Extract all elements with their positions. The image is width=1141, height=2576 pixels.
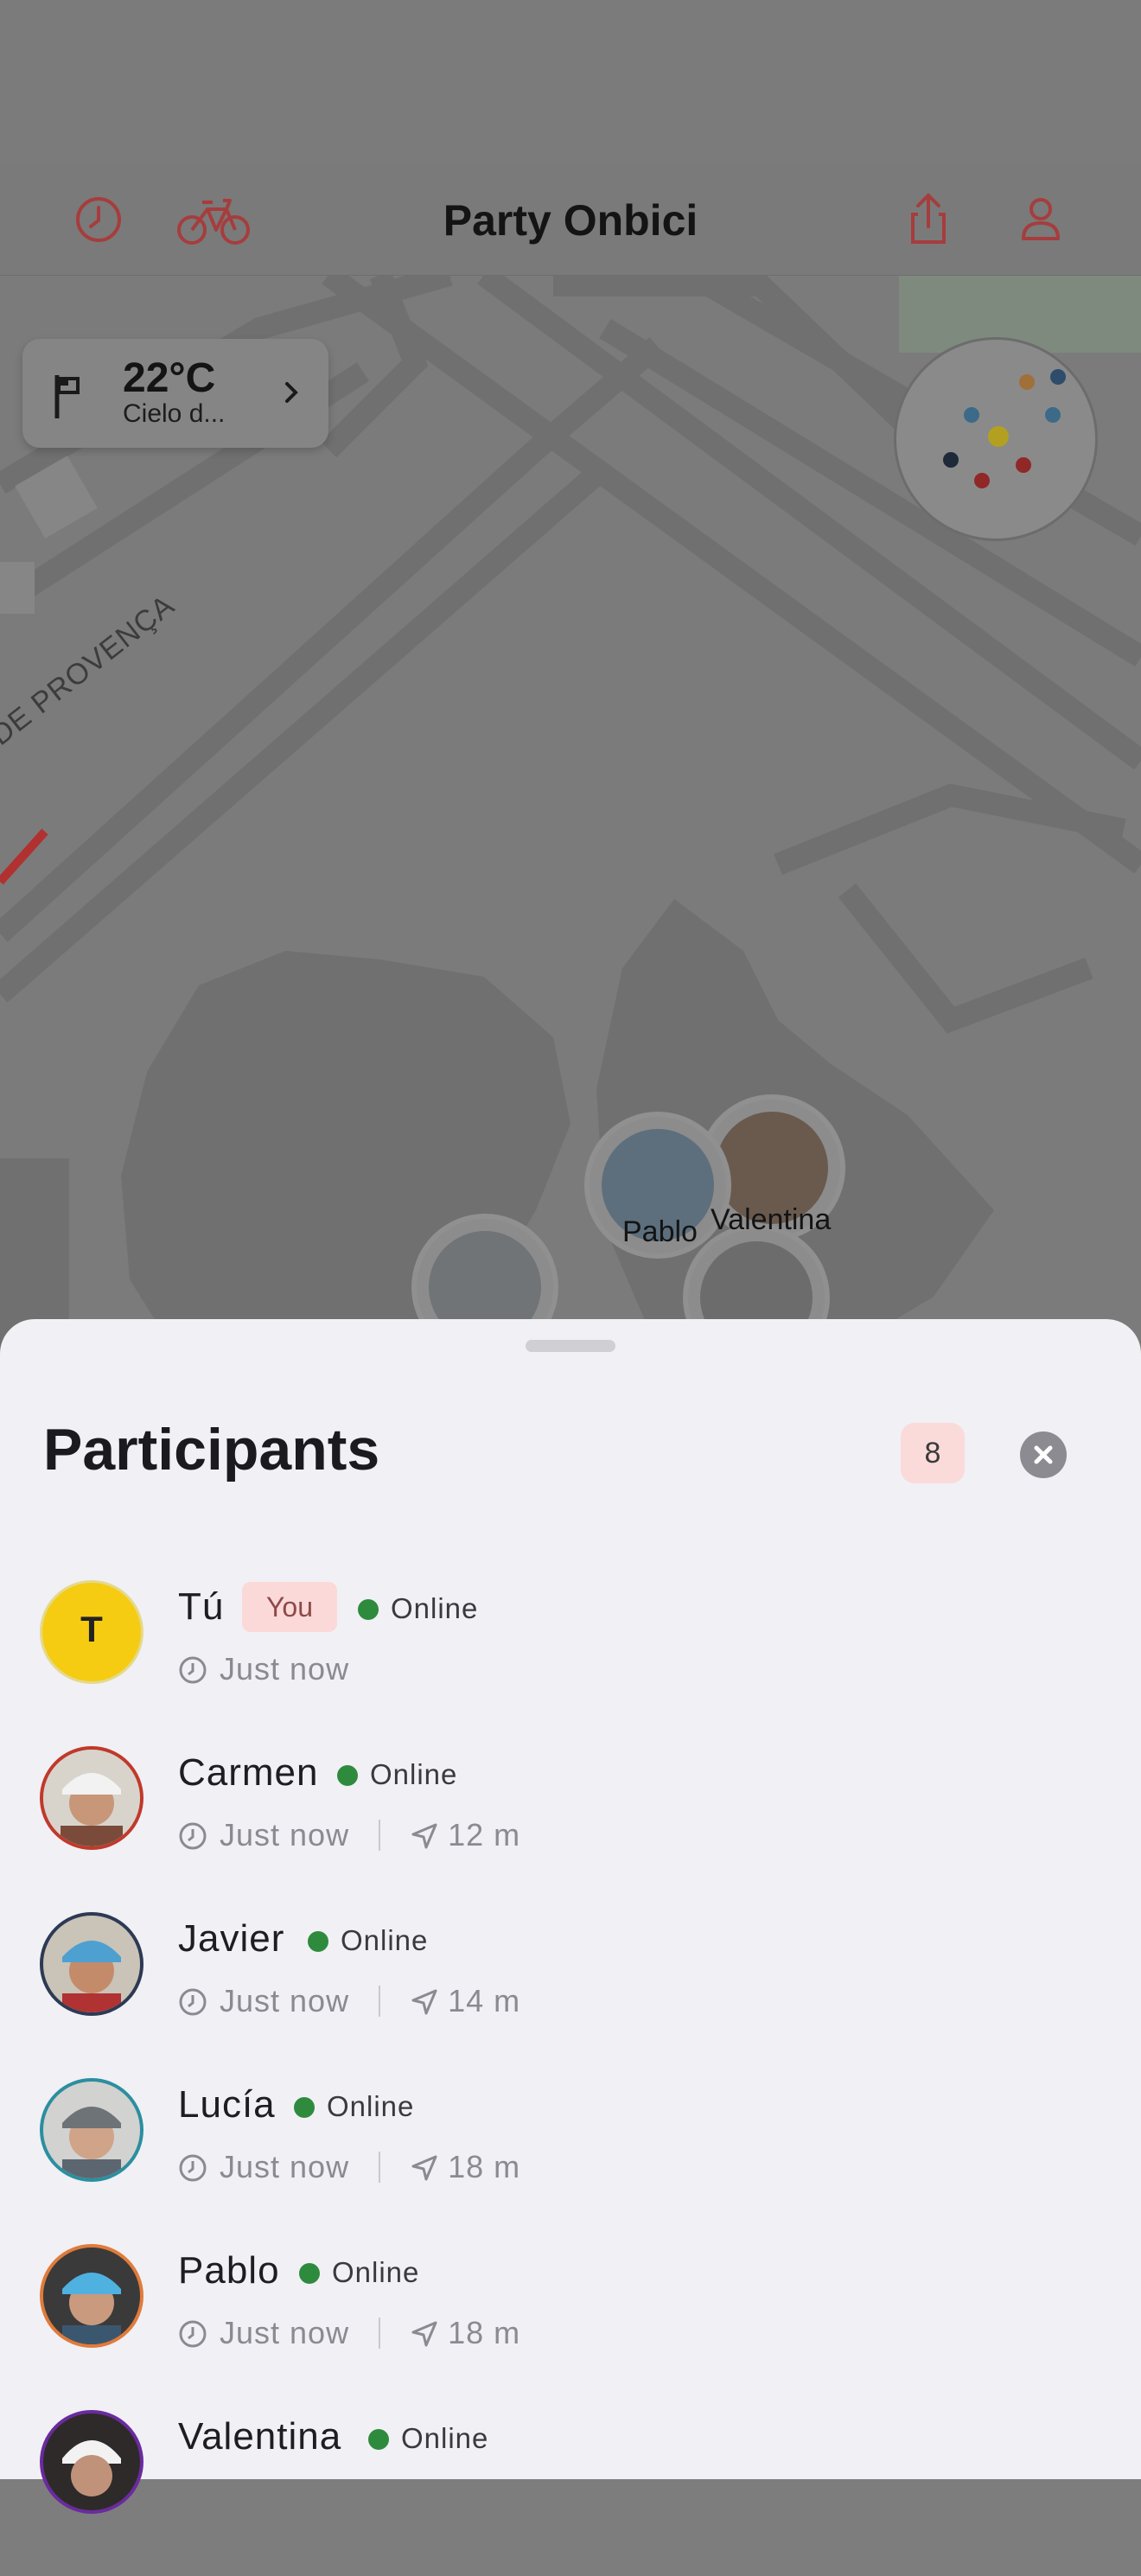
minimap-radar[interactable]: [894, 337, 1098, 541]
location-arrow-icon: [410, 2319, 439, 2356]
status-online: Online: [337, 1758, 457, 1791]
divider: [379, 2152, 381, 2183]
status-text: Online: [332, 2256, 420, 2288]
app-header: Party Onbici: [0, 164, 1141, 276]
location-arrow-icon: [410, 1821, 439, 1859]
minimap-dot-self: [988, 426, 1009, 447]
avatar-initial: T: [80, 1609, 103, 1649]
status-text: Online: [391, 1592, 479, 1624]
status-online: Online: [294, 2090, 414, 2123]
status-online: Online: [299, 2256, 419, 2289]
distance: 18 m: [448, 2315, 521, 2350]
last-seen: Just now: [220, 1651, 350, 1687]
divider: [379, 1986, 381, 2017]
sheet-title: Participants: [43, 1417, 380, 1482]
participant-count-badge: 8: [901, 1423, 965, 1483]
sheet-drag-handle[interactable]: [526, 1340, 615, 1352]
participant-name: Tú: [178, 1585, 225, 1628]
participant-name: Javier: [178, 1917, 285, 1960]
status-text: Online: [327, 2090, 415, 2122]
participant-row[interactable]: Valentina Online: [0, 2410, 1141, 2576]
avatar: [40, 1912, 143, 2016]
participant-meta: Just now 18 m: [178, 2315, 520, 2356]
clock-icon: [178, 1987, 207, 2024]
map-view[interactable]: Party Onbici 22°C Cielo d... DE PROVENÇA: [0, 0, 1141, 1349]
participant-row[interactable]: Pablo Online Just now 18 m: [0, 2244, 1141, 2410]
online-dot: [358, 1599, 379, 1620]
minimap-dot: [964, 407, 979, 423]
divider: [379, 1820, 381, 1851]
avatar: [40, 2078, 143, 2182]
last-seen: Just now: [220, 1983, 350, 2018]
share-icon[interactable]: [897, 188, 959, 251]
marker-label: Valentina: [711, 1203, 832, 1236]
participant-meta: Just now 12 m: [178, 1817, 520, 1859]
status-online: Online: [358, 1592, 478, 1625]
weather-description: Cielo d...: [123, 399, 226, 428]
participant-name: Valentina: [178, 2415, 342, 2458]
online-dot: [368, 2429, 389, 2450]
avatar: [40, 1746, 143, 1850]
last-seen: Just now: [220, 2149, 350, 2184]
participant-name: Pablo: [178, 2249, 280, 2292]
status-online: Online: [308, 1924, 428, 1957]
flag-icon: [52, 372, 86, 424]
last-seen: Just now: [220, 1817, 350, 1852]
online-dot: [308, 1931, 328, 1952]
participant-row[interactable]: Carmen Online Just now 12 m: [0, 1746, 1141, 1912]
location-arrow-icon: [410, 1987, 439, 2024]
distance: 12 m: [448, 1817, 521, 1852]
location-arrow-icon: [410, 2153, 439, 2190]
close-icon: [1034, 1445, 1053, 1464]
you-badge: You: [242, 1582, 337, 1632]
participant-row[interactable]: Lucía Online Just now 18 m: [0, 2078, 1141, 2244]
minimap-dot: [1016, 457, 1031, 473]
distance: 14 m: [448, 1983, 521, 2018]
online-dot: [337, 1765, 358, 1786]
minimap-dot: [1045, 407, 1061, 423]
avatar: T: [40, 1580, 143, 1684]
online-dot: [294, 2097, 315, 2118]
weather-card[interactable]: 22°C Cielo d...: [22, 339, 328, 448]
divider: [379, 2318, 381, 2349]
participant-meta: Just now 18 m: [178, 2149, 520, 2190]
user-icon[interactable]: [1010, 188, 1072, 251]
weather-temperature: 22°C: [123, 355, 216, 401]
marker-label: Pablo: [622, 1215, 698, 1248]
last-seen: Just now: [220, 2315, 350, 2350]
participant-meta: Just now: [178, 1651, 349, 1693]
participants-sheet: Participants 8 T Tú You Online Just now …: [0, 1319, 1141, 2514]
participant-name: Carmen: [178, 1751, 319, 1794]
avatar: [40, 2244, 143, 2348]
clock-icon: [178, 1655, 207, 1693]
minimap-dot: [943, 452, 959, 468]
clock-icon: [178, 2319, 207, 2356]
status-online: Online: [368, 2422, 488, 2455]
minimap-dot: [974, 473, 990, 488]
avatar: [40, 2410, 143, 2514]
status-text: Online: [401, 2422, 489, 2454]
participant-name: Lucía: [178, 2083, 276, 2126]
status-text: Online: [341, 1924, 429, 1956]
clock-icon: [178, 2153, 207, 2190]
participant-row[interactable]: T Tú You Online Just now: [0, 1580, 1141, 1746]
online-dot: [299, 2263, 320, 2284]
chevron-right-icon: [282, 377, 303, 412]
status-text: Online: [370, 1758, 458, 1790]
distance: 18 m: [448, 2149, 521, 2184]
close-button[interactable]: [1020, 1431, 1067, 1478]
participant-meta: Just now 14 m: [178, 1983, 520, 2024]
minimap-dot: [1019, 374, 1035, 390]
participant-row[interactable]: Javier Online Just now 14 m: [0, 1912, 1141, 2078]
minimap-dot: [1050, 369, 1066, 385]
page-title: Party Onbici: [443, 196, 698, 245]
clock-icon: [178, 1821, 207, 1859]
